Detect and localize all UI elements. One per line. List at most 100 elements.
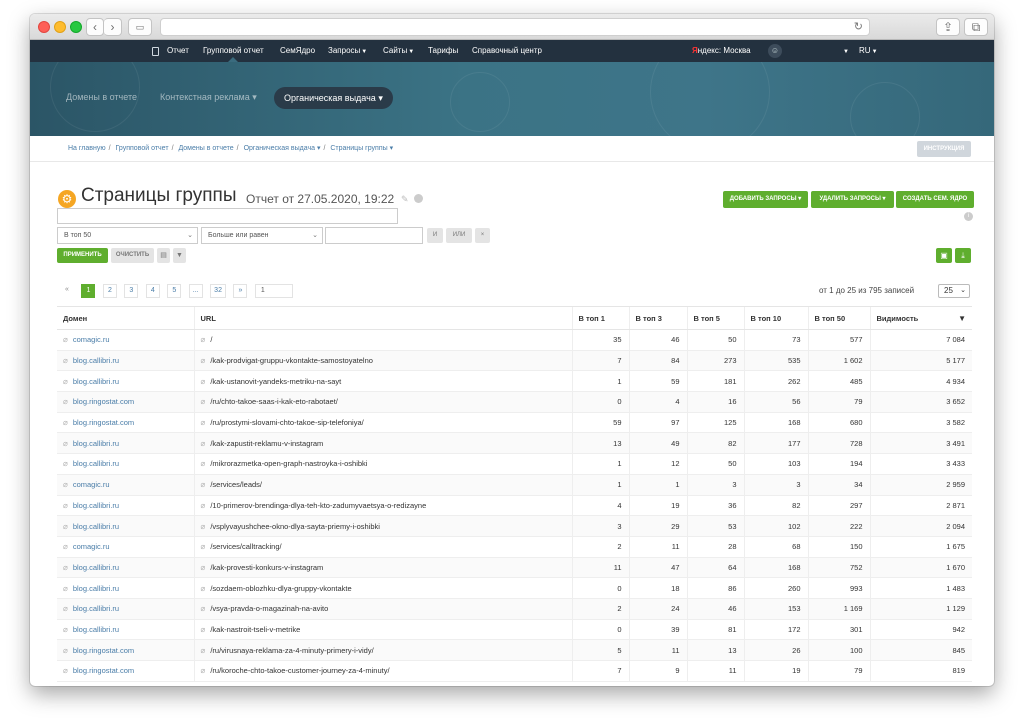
- forward-button[interactable]: ›: [104, 18, 122, 36]
- back-button[interactable]: ‹: [86, 18, 104, 36]
- search-input[interactable]: [57, 208, 398, 224]
- url-cell[interactable]: ⌀ /vsplyvayushchee-okno-dlya-sayta-priemy…: [193, 515, 572, 537]
- url-cell[interactable]: ⌀ /ru/chto-takoe-saas-i-kak-eto-rabotaet/: [193, 391, 572, 413]
- domain-cell[interactable]: ⌀ blog.ringostat.com: [57, 639, 194, 661]
- nav-item-report[interactable]: Отчет: [167, 40, 189, 62]
- breadcrumb-organic[interactable]: Органическая выдача ▾: [244, 145, 321, 152]
- table-row[interactable]: ⌀ blog.ringostat.com ⌀ /ru/chto-takoe-saas-…: [57, 391, 972, 413]
- user-avatar-icon[interactable]: ☺: [768, 44, 782, 58]
- url-cell[interactable]: ⌀ /services/leads/: [193, 474, 572, 496]
- url-link[interactable]: /vsplyvayushchee-okno-dlya-sayta-priemy-…: [210, 522, 380, 531]
- domain-link[interactable]: comagic.ru: [73, 480, 110, 489]
- url-link[interactable]: /services/leads/: [210, 480, 262, 489]
- url-cell[interactable]: ⌀ /kak-nastroit-tseli-v-metrike: [193, 619, 572, 641]
- add-queries-button[interactable]: ДОБАВИТЬ ЗАПРОСЫ ▾: [723, 191, 808, 208]
- domain-link[interactable]: blog.ringostat.com: [73, 397, 134, 406]
- table-row[interactable]: ⌀ blog.ringostat.com ⌀ /ru/virusnaya-reklam…: [57, 639, 972, 661]
- or-button[interactable]: ИЛИ: [446, 228, 472, 243]
- domain-cell[interactable]: ⌀ blog.callibri.ru: [57, 453, 194, 475]
- column-header-top5[interactable]: В топ 5: [686, 306, 744, 330]
- url-link[interactable]: /mikrorazmetka-open-graph-nastroyka-i-os…: [210, 459, 367, 468]
- url-cell[interactable]: ⌀ /kak-ustanovit-yandeks-metriku-na-sayt: [193, 370, 572, 393]
- domain-link[interactable]: comagic.ru: [73, 542, 110, 551]
- account-caret-icon[interactable]: ▼: [842, 40, 849, 63]
- url-cell[interactable]: ⌀ /kak-zapustit-reklamu-v-instagram: [193, 432, 572, 455]
- create-semcore-button[interactable]: СОЗДАТЬ СЕМ. ЯДРО: [896, 191, 974, 208]
- url-link[interactable]: /10-primerov-brendinga-dlya-teh-kto-zadu…: [210, 501, 426, 510]
- url-link[interactable]: /: [210, 335, 212, 344]
- address-bar[interactable]: ↻: [160, 18, 870, 36]
- table-row[interactable]: ⌀ blog.callibri.ru ⌀ /mikrorazmetka-open-gr…: [57, 453, 972, 475]
- domain-link[interactable]: blog.callibri.ru: [73, 356, 119, 365]
- url-cell[interactable]: ⌀ /kak-provesti-konkurs-v-instagram: [193, 557, 572, 579]
- domain-cell[interactable]: ⌀ comagic.ru: [57, 474, 194, 496]
- next-page-button[interactable]: »: [233, 284, 248, 298]
- domain-cell[interactable]: ⌀ blog.callibri.ru: [57, 495, 194, 517]
- save-filter-icon[interactable]: ▤: [157, 248, 170, 263]
- top-position-select[interactable]: В топ 50 ⌄: [57, 227, 198, 244]
- domain-link[interactable]: blog.ringostat.com: [73, 418, 134, 427]
- zoom-window-button[interactable]: [70, 21, 82, 33]
- domain-cell[interactable]: ⌀ blog.ringostat.com: [57, 412, 194, 434]
- column-header-top3[interactable]: В топ 3: [628, 306, 687, 330]
- url-cell[interactable]: ⌀ /ru/koroche-chto-takoe-customer-journey…: [193, 660, 572, 682]
- nav-item-semcore[interactable]: СемЯдро: [280, 40, 315, 62]
- url-cell[interactable]: ⌀ /ru/prostymi-slovami-chto-takoe-sip-tel…: [193, 412, 572, 434]
- page-button[interactable]: 2: [102, 284, 117, 298]
- table-row[interactable]: ⌀ blog.ringostat.com ⌀ /ru/prostymi-slovami…: [57, 412, 972, 434]
- clear-button[interactable]: ОЧИСТИТЬ: [111, 248, 154, 263]
- domain-cell[interactable]: ⌀ blog.ringostat.com: [57, 391, 194, 413]
- url-link[interactable]: /kak-zapustit-reklamu-v-instagram: [210, 439, 323, 448]
- domain-link[interactable]: blog.ringostat.com: [73, 646, 134, 655]
- breadcrumb-group-report[interactable]: Групповой отчет: [116, 145, 169, 152]
- column-header-domain[interactable]: Домен: [57, 306, 194, 330]
- table-row[interactable]: ⌀ comagic.ru ⌀/services/leads/1 1 3 3 34 2 959: [57, 474, 972, 496]
- domain-cell[interactable]: ⌀ comagic.ru: [57, 329, 194, 351]
- url-cell[interactable]: ⌀ /: [193, 329, 572, 351]
- domain-cell[interactable]: ⌀ blog.callibri.ru: [57, 619, 194, 641]
- table-row[interactable]: ⌀ blog.callibri.ru ⌀ /kak-ustanovit-yandeks…: [57, 370, 972, 393]
- domain-link[interactable]: blog.callibri.ru: [73, 459, 119, 468]
- region-selector[interactable]: Яндекс: Москва: [692, 40, 751, 62]
- breadcrumb-domains[interactable]: Домены в отчете: [178, 145, 233, 152]
- domain-link[interactable]: blog.callibri.ru: [73, 377, 119, 386]
- url-cell[interactable]: ⌀ /ru/virusnaya-reklama-za-4-minuty-prime…: [193, 639, 572, 661]
- url-link[interactable]: /kak-provesti-konkurs-v-instagram: [210, 563, 323, 572]
- remove-filter-button[interactable]: ×: [475, 228, 490, 243]
- table-row[interactable]: ⌀ blog.ringostat.com ⌀ /ru/koroche-chto-tak…: [57, 660, 972, 682]
- sidebar-toggle-icon[interactable]: ▭: [128, 18, 152, 36]
- info-icon[interactable]: i: [964, 212, 973, 221]
- domain-cell[interactable]: ⌀ blog.callibri.ru: [57, 370, 194, 393]
- first-page-button[interactable]: «: [60, 284, 74, 298]
- domain-link[interactable]: blog.callibri.ru: [73, 501, 119, 510]
- breadcrumb-group-pages[interactable]: Страницы группы ▾: [330, 145, 393, 152]
- url-link[interactable]: /ru/chto-takoe-saas-i-kak-eto-rabotaet/: [210, 397, 338, 406]
- table-row[interactable]: ⌀ blog.callibri.ru ⌀ /kak-zapustit-reklamu-…: [57, 432, 972, 455]
- table-row[interactable]: ⌀ blog.callibri.ru ⌀ /kak-nastroit-tseli-v-…: [57, 619, 972, 641]
- apply-button[interactable]: ПРИМЕНИТЬ: [57, 248, 108, 263]
- domain-link[interactable]: blog.ringostat.com: [73, 666, 134, 675]
- url-link[interactable]: /vsya-pravda-o-magazinah-na-avito: [210, 604, 328, 613]
- banner-tab-organic[interactable]: Органическая выдача ▾: [274, 87, 393, 109]
- chevron-down-icon[interactable]: ▼: [958, 314, 966, 323]
- table-row[interactable]: ⌀ blog.callibri.ru ⌀ /vsya-pravda-o-magazin…: [57, 598, 972, 620]
- domain-link[interactable]: blog.callibri.ru: [73, 439, 119, 448]
- url-cell[interactable]: ⌀ /kak-prodvigat-gruppu-vkontakte-samosto…: [193, 350, 572, 372]
- url-cell[interactable]: ⌀ /vsya-pravda-o-magazinah-na-avito: [193, 598, 572, 620]
- column-header-top10[interactable]: В топ 10: [743, 306, 808, 330]
- table-row[interactable]: ⌀ blog.callibri.ru ⌀ /10-primerov-brendinga…: [57, 495, 972, 517]
- domain-cell[interactable]: ⌀ blog.callibri.ru: [57, 577, 194, 599]
- url-link[interactable]: /kak-prodvigat-gruppu-vkontakte-samostoy…: [210, 356, 373, 365]
- url-link[interactable]: /services/calltracking/: [210, 542, 281, 551]
- domain-link[interactable]: blog.callibri.ru: [73, 604, 119, 613]
- page-jump-input[interactable]: 1: [254, 284, 293, 298]
- url-cell[interactable]: ⌀ /mikrorazmetka-open-graph-nastroyka-i-o…: [193, 453, 572, 475]
- table-row[interactable]: ⌀ blog.callibri.ru ⌀ /sozdaem-oblozhku-dlya…: [57, 577, 972, 599]
- domain-cell[interactable]: ⌀ blog.ringostat.com: [57, 660, 194, 682]
- url-cell[interactable]: ⌀ /sozdaem-oblozhku-dlya-gruppy-vkontakte: [193, 577, 572, 599]
- export-excel-icon[interactable]: ▣: [936, 248, 952, 263]
- page-button[interactable]: 1: [81, 284, 96, 298]
- filter-icon[interactable]: ▼: [173, 248, 186, 263]
- domain-cell[interactable]: ⌀ blog.callibri.ru: [57, 515, 194, 537]
- and-button[interactable]: И: [427, 228, 443, 243]
